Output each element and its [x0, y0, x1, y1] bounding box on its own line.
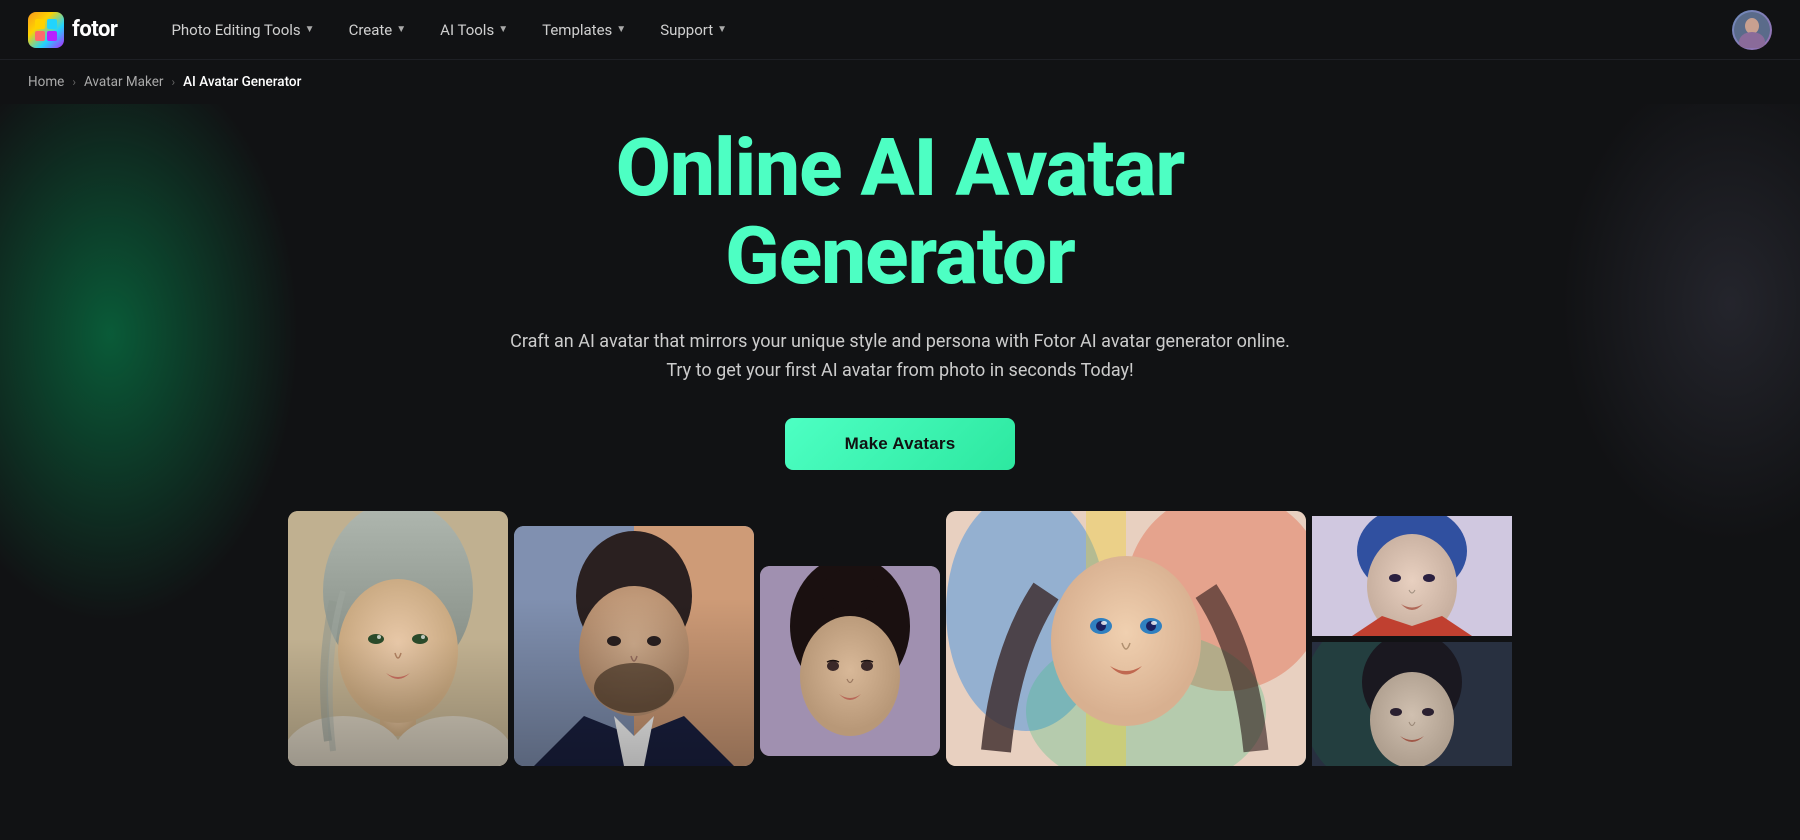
main-nav: fotor Photo Editing Tools ▼ Create ▼ AI … [0, 0, 1800, 60]
chevron-down-icon: ▼ [616, 24, 626, 35]
breadcrumb-separator: › [72, 75, 76, 89]
gallery-image-2 [514, 526, 754, 766]
breadcrumb: Home › Avatar Maker › AI Avatar Generato… [0, 60, 1800, 104]
chevron-down-icon: ▼ [305, 24, 315, 35]
avatar-gallery [20, 506, 1780, 766]
hero-content: Online AI Avatar Generator Craft an AI a… [20, 124, 1780, 506]
nav-ai-tools[interactable]: AI Tools ▼ [426, 13, 522, 47]
gallery-strip [1312, 516, 1512, 766]
nav-templates[interactable]: Templates ▼ [528, 13, 640, 47]
breadcrumb-separator: › [171, 75, 175, 89]
gallery-image-6 [1312, 642, 1512, 766]
gallery-image-3 [760, 566, 940, 756]
make-avatars-button[interactable]: Make Avatars [785, 418, 1016, 470]
hero-section: Online AI Avatar Generator Craft an AI a… [0, 104, 1800, 838]
breadcrumb-current: AI Avatar Generator [183, 74, 301, 90]
nav-support[interactable]: Support ▼ [646, 13, 741, 47]
logo[interactable]: fotor [28, 12, 117, 48]
user-avatar[interactable] [1732, 10, 1772, 50]
nav-photo-editing[interactable]: Photo Editing Tools ▼ [157, 13, 328, 47]
hero-description: Craft an AI avatar that mirrors your uni… [510, 328, 1290, 386]
nav-create[interactable]: Create ▼ [335, 13, 421, 47]
chevron-down-icon: ▼ [498, 24, 508, 35]
breadcrumb-parent[interactable]: Avatar Maker [84, 74, 164, 90]
gallery-image-5 [1312, 516, 1512, 636]
logo-text: fotor [72, 17, 117, 42]
gallery-image-4 [946, 511, 1306, 766]
gallery-image-1 [288, 511, 508, 766]
chevron-down-icon: ▼ [717, 24, 727, 35]
chevron-down-icon: ▼ [396, 24, 406, 35]
breadcrumb-home[interactable]: Home [28, 74, 64, 90]
nav-links: Photo Editing Tools ▼ Create ▼ AI Tools … [157, 13, 1732, 47]
logo-icon [28, 12, 64, 48]
hero-title: Online AI Avatar Generator [20, 124, 1780, 300]
